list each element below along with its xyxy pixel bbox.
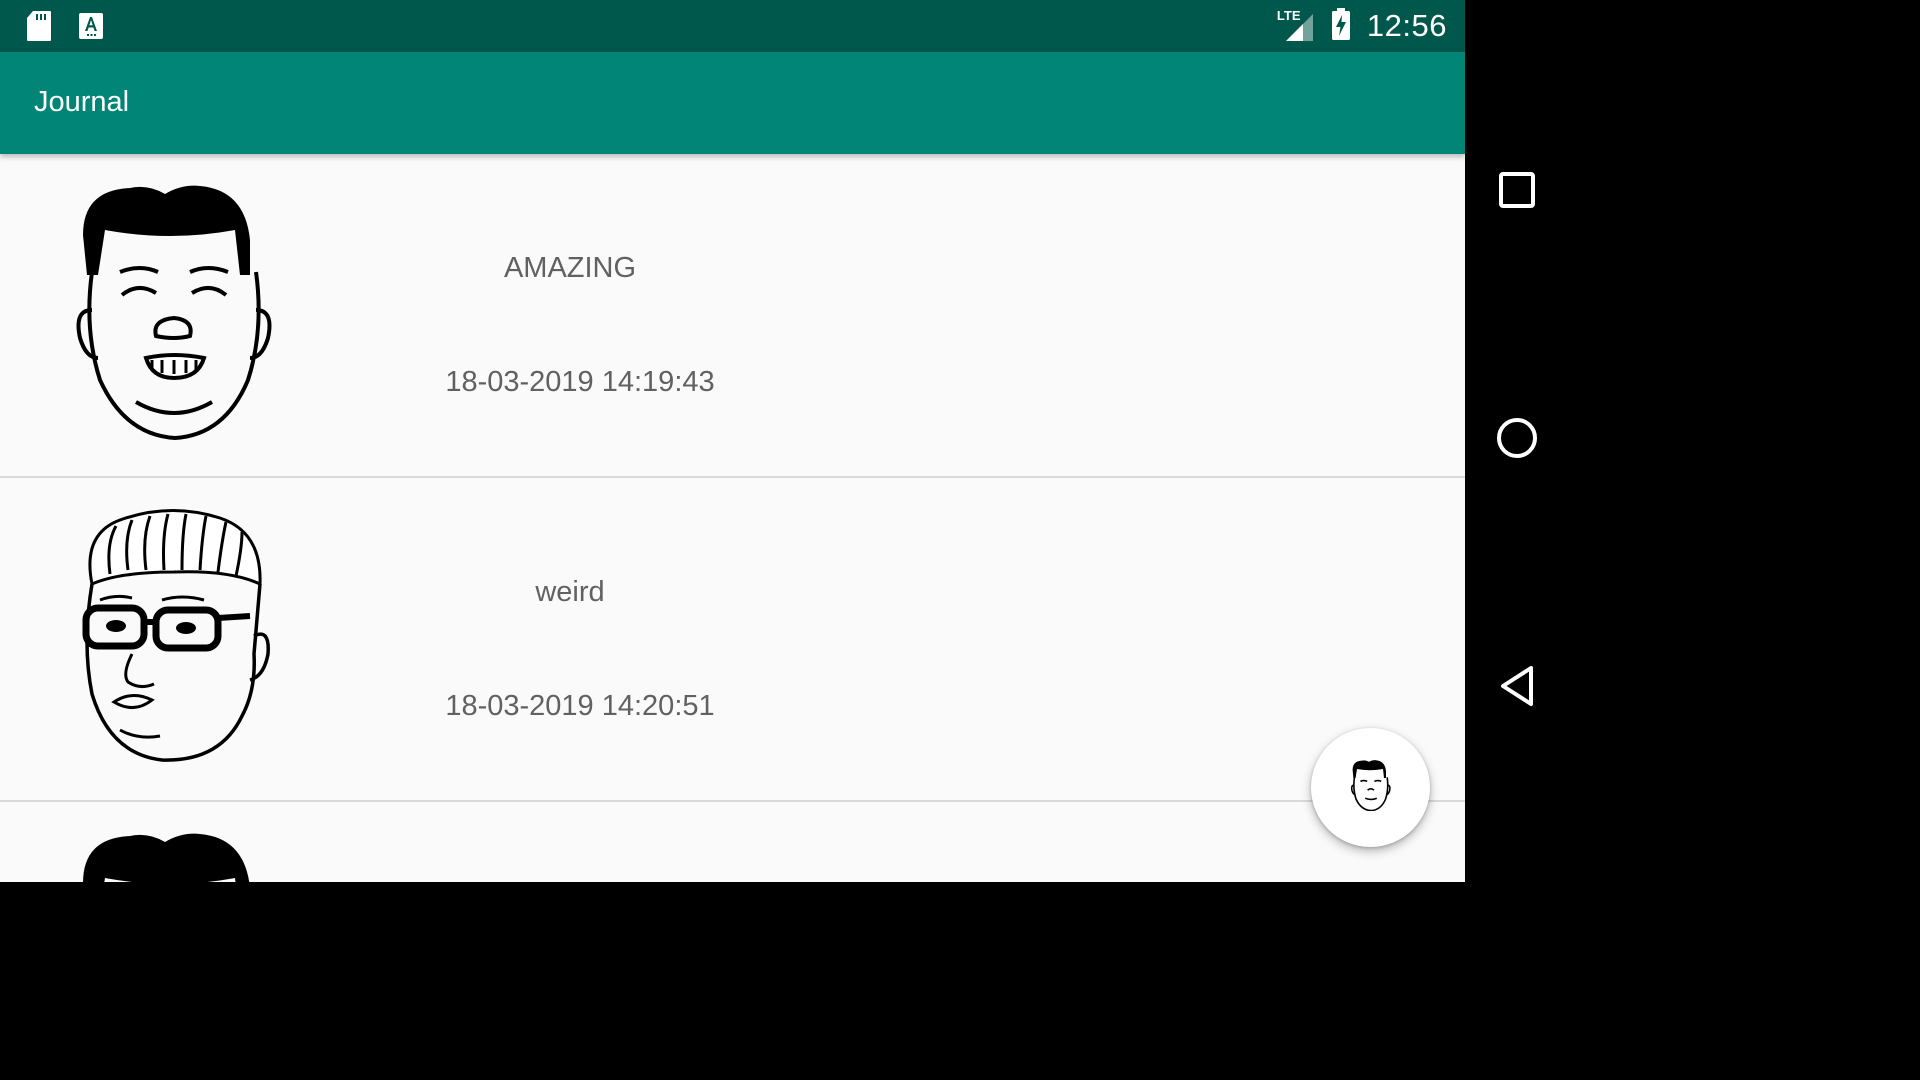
list-item[interactable]: weird 18-03-2019 14:20:51: [0, 478, 1465, 802]
entry-mood: AMAZING: [503, 252, 637, 284]
entry-mood: weird: [535, 576, 605, 608]
add-entry-button[interactable]: [1311, 728, 1430, 847]
back-button[interactable]: [1491, 662, 1543, 714]
status-clock: 12:56: [1366, 8, 1447, 43]
happy-face-icon: [70, 180, 280, 450]
list-item[interactable]: AMAZING 18-03-2019 14:19:43: [0, 154, 1465, 478]
recents-button[interactable]: [1491, 166, 1543, 218]
app-screen: LTE 12:56 Journal AMAZING 18-03-2019 14:…: [0, 0, 1465, 882]
entry-date: 18-03-2019 14:20:51: [445, 690, 715, 722]
home-button[interactable]: [1491, 414, 1543, 466]
journal-list[interactable]: AMAZING 18-03-2019 14:19:43 weird 18-03-…: [0, 154, 1465, 882]
navigation-bar: [1465, 0, 1568, 882]
face-add-icon: [1350, 759, 1392, 816]
recents-icon: [1497, 170, 1537, 215]
home-icon: [1495, 416, 1539, 465]
list-item[interactable]: [0, 802, 1465, 882]
page-title: Journal: [34, 86, 130, 118]
sd-card-icon: [26, 10, 52, 47]
back-icon: [1497, 664, 1537, 713]
lte-signal-icon: LTE: [1277, 8, 1315, 42]
happy-face-icon: [70, 828, 280, 882]
app-bar: Journal: [0, 52, 1465, 154]
glasses-face-icon: [70, 504, 280, 774]
status-bar: LTE 12:56: [0, 0, 1465, 52]
battery-charging-icon: [1331, 7, 1351, 45]
keyboard-a-icon: [78, 12, 104, 45]
entry-date: 18-03-2019 14:19:43: [445, 366, 715, 398]
